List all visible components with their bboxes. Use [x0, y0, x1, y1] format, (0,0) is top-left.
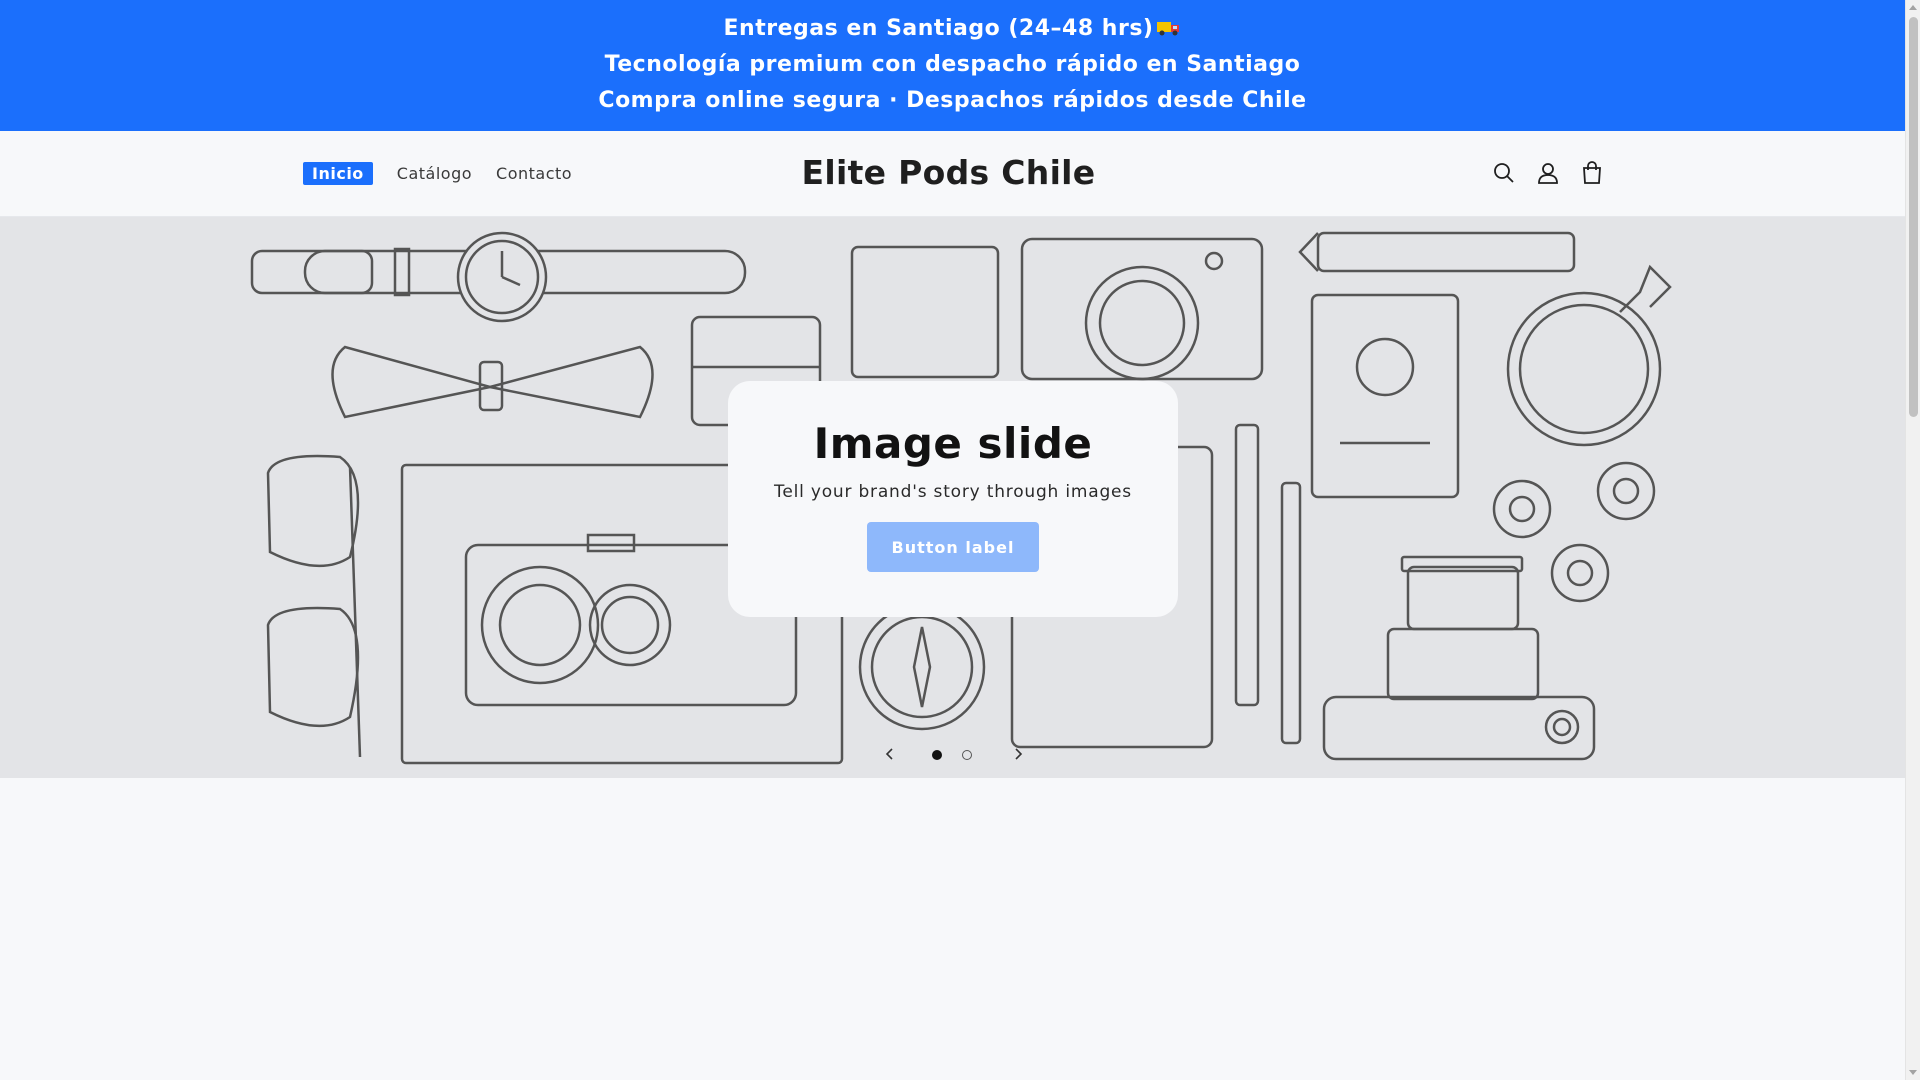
scroll-up-arrow[interactable] [1909, 5, 1917, 10]
slide-content-card: Image slide Tell your brand's story thro… [728, 381, 1178, 617]
account-icon[interactable] [1534, 159, 1562, 187]
site-header: Inicio Catálogo Contacto Elite Pods Chil… [0, 131, 1905, 217]
header-icons [1490, 159, 1622, 187]
chevron-left-icon[interactable] [880, 744, 900, 764]
slider-controls [880, 744, 1030, 764]
slide-title: Image slide [813, 419, 1093, 468]
slide-dot-2[interactable] [962, 750, 972, 760]
chevron-right-icon[interactable] [1008, 744, 1028, 764]
slide-subtitle: Tell your brand's story through images [774, 482, 1132, 502]
announcement-line-1: Entregas en Santiago (24–48 hrs) [0, 14, 1905, 44]
announcement-line-3: Compra online segura · Despachos rápidos… [598, 88, 1307, 113]
truck-icon [1157, 22, 1180, 36]
search-icon[interactable] [1490, 159, 1518, 187]
hero-slideshow: Image slide Tell your brand's story thro… [0, 217, 1905, 778]
announcement-line-2: Tecnología premium con despacho rápido e… [604, 52, 1301, 77]
page-scrollbar[interactable] [1905, 0, 1920, 1080]
slide-dot-1[interactable] [932, 750, 942, 760]
scrollbar-thumb[interactable] [1909, 17, 1918, 417]
slide-cta-button[interactable]: Button label [867, 522, 1039, 572]
cart-icon[interactable] [1578, 159, 1606, 187]
page: Entregas en Santiago (24–48 hrs) Tecnolo… [0, 0, 1905, 1080]
announcement-bar: Entregas en Santiago (24–48 hrs) Tecnolo… [0, 0, 1905, 131]
announcement-text-1: Entregas en Santiago (24–48 hrs) [723, 16, 1154, 41]
scroll-down-arrow[interactable] [1909, 1070, 1917, 1075]
